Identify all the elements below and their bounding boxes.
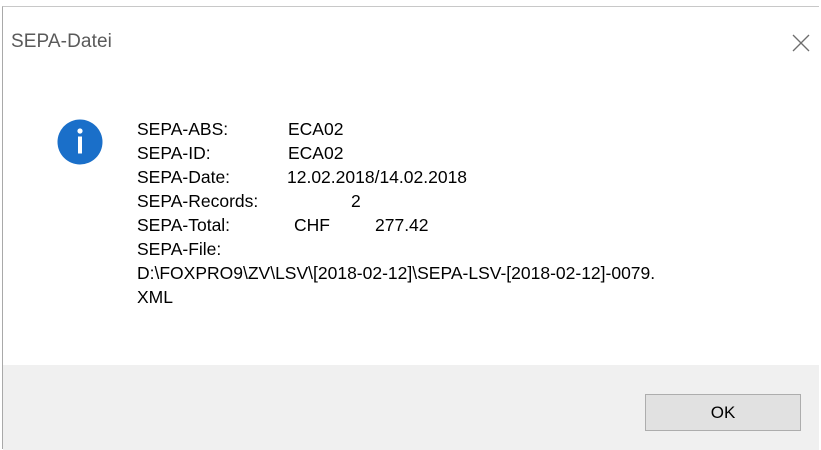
message-area: SEPA-ABS: ECA02 SEPA-ID: ECA02 SEPA-Date… [3,77,819,365]
ok-button[interactable]: OK [645,394,801,431]
sepa-id-row: SEPA-ID: ECA02 [137,141,655,165]
sepa-date-value: 12.02.2018/14.02.2018 [287,167,468,187]
sepa-total-label: SEPA-Total: [137,215,231,235]
button-bar: OK [3,365,819,450]
message-text: SEPA-ABS: ECA02 SEPA-ID: ECA02 SEPA-Date… [137,117,655,309]
info-icon [57,119,103,165]
sepa-abs-label: SEPA-ABS: [137,119,229,139]
sepa-file-row: SEPA-File: [137,237,655,261]
sepa-id-label: SEPA-ID: [137,143,211,163]
sepa-abs-value: ECA02 [288,119,344,139]
title-bar[interactable]: SEPA-Datei [3,7,819,77]
sepa-file-path-line1: D:\FOXPRO9\ZV\LSV\[2018-02-12]\SEPA-LSV-… [137,263,656,283]
window-title: SEPA-Datei [11,31,112,52]
sepa-date-label: SEPA-Date: [137,167,231,187]
sepa-file-label: SEPA-File: [137,239,222,259]
sepa-abs-row: SEPA-ABS: ECA02 [137,117,655,141]
sepa-total-row: SEPA-Total: CHF 277.42 [137,213,655,237]
close-button[interactable] [787,29,815,57]
sepa-date-row: SEPA-Date: 12.02.2018/14.02.2018 [137,165,655,189]
sepa-records-value: 2 [351,191,361,211]
sepa-file-path-line2: XML [137,287,173,307]
sepa-total-currency: CHF [294,215,330,235]
close-icon [792,34,810,52]
sepa-total-value: 277.42 [375,215,429,235]
sepa-message-dialog: SEPA-Datei SEPA-ABS: ECA02 SEPA-ID: ECA0… [2,6,819,450]
sepa-records-label: SEPA-Records: [137,191,259,211]
sepa-id-value: ECA02 [288,143,344,163]
sepa-records-row: SEPA-Records: 2 [137,189,655,213]
